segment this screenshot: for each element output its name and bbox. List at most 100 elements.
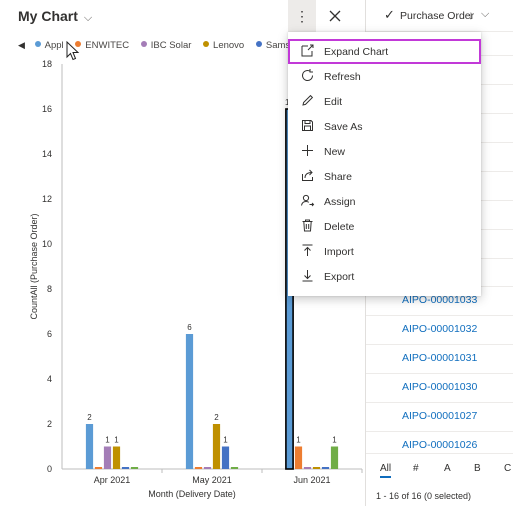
bar (185, 334, 194, 469)
x-tick-label: May 2021 (192, 475, 232, 485)
filter-b[interactable]: B (474, 463, 481, 474)
legend-previous-icon[interactable]: ◀ (18, 40, 32, 51)
chart-header: My Chart ⌵ ⋮ (0, 0, 365, 32)
bar (112, 446, 121, 469)
menu-item-new[interactable]: New (288, 139, 481, 164)
bar (85, 424, 94, 469)
bar (294, 446, 303, 469)
legend-item-ibc-solar[interactable]: IBC Solar (140, 40, 192, 51)
menu-item-refresh[interactable]: Refresh (288, 64, 481, 89)
y-tick-label: 8 (47, 284, 52, 294)
bar (221, 446, 230, 469)
save-icon (302, 120, 313, 131)
menu-item-label: Share (324, 171, 353, 183)
y-tick-label: 10 (42, 239, 52, 249)
chevron-down-icon[interactable]: ⌵ (481, 8, 489, 21)
x-tick-label: Jun 2021 (293, 475, 330, 485)
menu-item-edit[interactable]: Edit (288, 89, 481, 114)
chevron-down-icon: ⌵ (83, 12, 93, 24)
legend-label: Appl (44, 40, 64, 51)
bar (230, 467, 239, 469)
record-link[interactable]: AIPO-00001032 (402, 323, 477, 335)
filter-all[interactable]: All (380, 463, 392, 478)
menu-item-export[interactable]: Export (288, 264, 481, 289)
bar (130, 467, 139, 469)
data-label: 2 (214, 413, 219, 422)
bar (312, 467, 321, 469)
x-axis-title: Month (Delivery Date) (148, 489, 236, 499)
menu-item-save-as[interactable]: Save As (288, 114, 481, 139)
record-link[interactable]: AIPO-00001027 (402, 410, 477, 422)
table-row[interactable]: AIPO-00001031 (366, 344, 513, 373)
menu-item-label: Save As (324, 121, 363, 133)
delete-icon (302, 219, 313, 232)
filter-a[interactable]: A (444, 463, 451, 474)
y-tick-label: 16 (42, 104, 52, 114)
grid-header: ✓ Purchase Order ↓ ⌵ (366, 0, 513, 32)
table-row[interactable]: AIPO-00001032 (366, 315, 513, 344)
menu-item-delete[interactable]: Delete (288, 214, 481, 239)
legend-label: Lenovo (213, 40, 245, 51)
menu-item-label: Export (324, 271, 355, 283)
filter-c[interactable]: C (504, 463, 511, 474)
chart-legend: ◀ Appl ENWITEC IBC Solar Lenovo Samsung (18, 40, 318, 54)
y-axis-title: CountAll (Purchase Order) (29, 213, 39, 319)
alphabet-filter-bar: All # A B C (366, 453, 513, 481)
record-link[interactable]: AIPO-00001026 (402, 439, 477, 451)
data-label: 2 (87, 413, 92, 422)
table-row[interactable]: AIPO-00001030 (366, 373, 513, 402)
y-tick-label: 18 (42, 59, 52, 69)
menu-item-expand-chart[interactable]: Expand Chart (288, 39, 481, 64)
x-tick-label: Apr 2021 (94, 475, 131, 485)
legend-item-lenovo[interactable]: Lenovo (203, 40, 244, 51)
more-commands-button[interactable]: ⋮ (288, 0, 316, 32)
close-chart-button[interactable] (322, 0, 348, 32)
chart-selector[interactable]: My Chart ⌵ (18, 8, 92, 25)
edit-icon (302, 94, 314, 106)
filter-number[interactable]: # (413, 463, 419, 474)
bar (194, 467, 203, 469)
y-tick-label: 6 (47, 329, 52, 339)
chart-title: My Chart (18, 8, 78, 24)
menu-item-label: Import (324, 246, 354, 258)
menu-item-label: Refresh (324, 71, 361, 83)
select-all-checkmark-icon[interactable]: ✓ (384, 7, 395, 23)
legend-item-apple[interactable]: Appl (34, 40, 64, 51)
chart-commands-menu: Expand Chart Refresh Edit Save As New Sh… (288, 32, 481, 296)
column-header-purchase-order[interactable]: Purchase Order (400, 10, 474, 22)
menu-item-label: Expand Chart (324, 46, 389, 58)
add-icon (302, 145, 313, 156)
record-link[interactable]: AIPO-00001031 (402, 352, 477, 364)
data-label: 1 (296, 436, 301, 445)
legend-item-enwitec[interactable]: ENWITEC (75, 40, 129, 51)
bar (321, 467, 330, 469)
menu-item-label: Edit (324, 96, 343, 108)
legend-label: ENWITEC (85, 40, 130, 51)
import-icon (302, 244, 313, 256)
menu-item-label: Delete (324, 221, 355, 233)
table-row[interactable]: AIPO-00001027 (366, 402, 513, 431)
more-vertical-icon: ⋮ (295, 7, 309, 24)
bar (303, 467, 312, 469)
menu-item-label: New (324, 146, 346, 158)
bar (330, 446, 339, 469)
bar (121, 467, 130, 469)
menu-item-assign[interactable]: Assign (288, 189, 481, 214)
legend-label: IBC Solar (150, 40, 192, 51)
legend-dot (203, 41, 210, 47)
data-label: 1 (105, 436, 110, 445)
expand-chart-icon (301, 44, 314, 57)
bar (94, 467, 103, 469)
y-tick-label: 0 (47, 464, 52, 474)
bar (103, 446, 112, 469)
menu-item-share[interactable]: Share (288, 164, 481, 189)
y-tick-label: 12 (42, 194, 52, 204)
assign-icon (301, 194, 315, 207)
share-icon (302, 169, 313, 181)
bar (203, 467, 212, 469)
data-label: 1 (332, 436, 337, 445)
menu-item-import[interactable]: Import (288, 239, 481, 264)
legend-dot (255, 41, 262, 47)
export-icon (302, 270, 313, 282)
record-link[interactable]: AIPO-00001030 (402, 381, 477, 393)
